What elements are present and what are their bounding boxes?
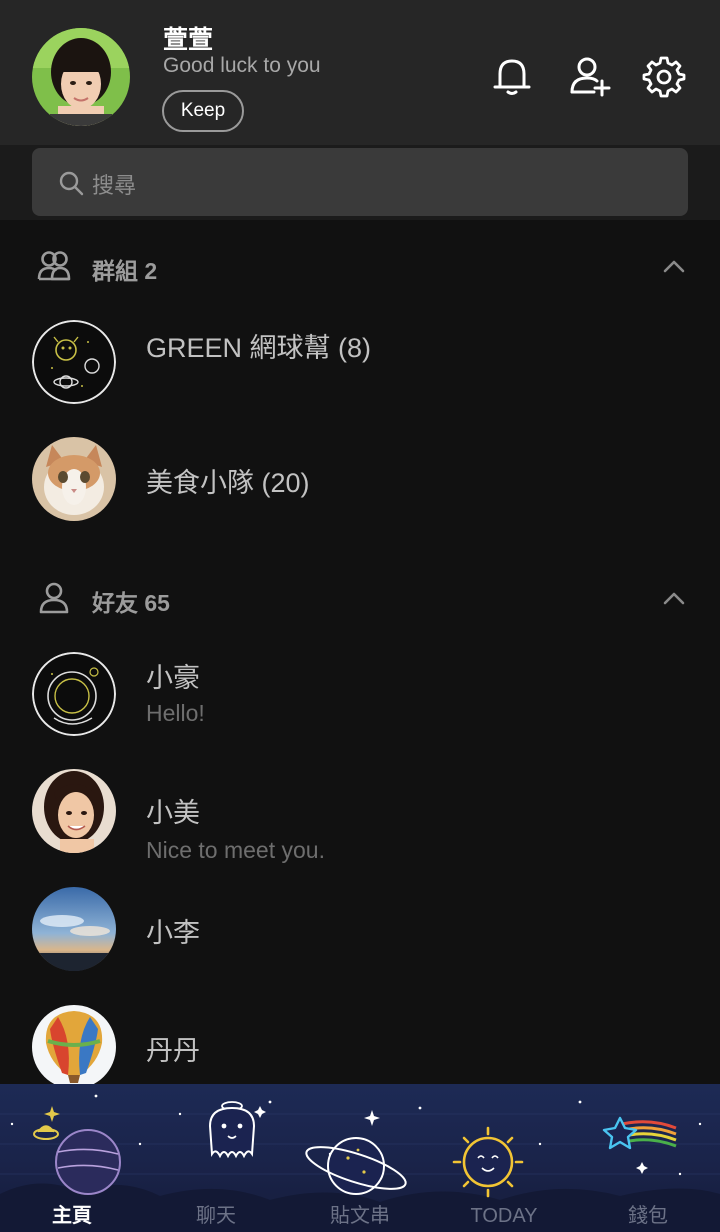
group-row[interactable]: GREEN 網球幫 (8) <box>0 320 720 430</box>
friend-row[interactable]: 小豪 Hello! <box>0 652 720 762</box>
search-icon <box>59 171 84 196</box>
search-input[interactable]: 搜尋 <box>32 148 688 216</box>
friend-name: 小美 <box>146 798 200 828</box>
friend-avatar <box>32 769 116 853</box>
friend-row[interactable]: 小美 Nice to meet you. <box>0 769 720 879</box>
gear-icon[interactable] <box>642 54 686 98</box>
search-bar: 搜尋 <box>0 145 720 220</box>
nav-label: 錢包 <box>628 1205 668 1227</box>
group-avatar <box>32 437 116 521</box>
ghost-icon <box>208 1101 266 1159</box>
nav-label: 聊天 <box>196 1205 236 1227</box>
profile-status-message[interactable]: Good luck to you <box>163 54 321 78</box>
nav-label: TODAY <box>470 1205 538 1227</box>
nav-item-timeline[interactable]: 貼文串 <box>288 1084 432 1232</box>
keep-button[interactable]: Keep <box>162 90 244 132</box>
sun-icon <box>452 1126 524 1198</box>
profile-name[interactable]: 萱萱 <box>163 20 213 56</box>
group-row[interactable]: 美食小隊 (20) <box>0 437 720 547</box>
group-icon <box>37 251 71 281</box>
friend-name: 小李 <box>146 918 200 948</box>
shooting-star-icon <box>602 1116 677 1174</box>
friend-avatar <box>32 1005 116 1089</box>
friend-name: 丹丹 <box>146 1036 200 1066</box>
friend-row[interactable]: 小李 <box>0 887 720 997</box>
nav-label: 主頁 <box>52 1205 92 1227</box>
groups-section-title: 群組 2 <box>92 258 158 284</box>
friends-section-title: 好友 65 <box>92 590 170 616</box>
nav-item-home[interactable]: 主頁 <box>0 1084 144 1232</box>
group-name: 美食小隊 (20) <box>146 468 310 498</box>
group-avatar <box>32 320 116 404</box>
profile-header: 萱萱 Good luck to you Keep <box>0 0 720 145</box>
search-placeholder: 搜尋 <box>92 173 137 198</box>
nav-item-chat[interactable]: 聊天 <box>144 1084 288 1232</box>
nav-label: 貼文串 <box>330 1205 390 1227</box>
bottom-navigation: 主頁 聊天 貼文串 TODAY 錢包 <box>0 1084 720 1232</box>
profile-avatar[interactable] <box>32 28 130 126</box>
chevron-up-icon[interactable] <box>660 588 688 608</box>
chevron-up-icon[interactable] <box>660 256 688 276</box>
bell-icon[interactable] <box>490 54 534 98</box>
friend-name: 小豪 <box>146 663 200 693</box>
friend-status-message: Nice to meet you. <box>146 837 325 863</box>
friend-avatar <box>32 652 116 736</box>
group-name: GREEN 網球幫 (8) <box>146 333 372 363</box>
saturn-icon <box>305 1110 407 1195</box>
nav-item-wallet[interactable]: 錢包 <box>576 1084 720 1232</box>
planet-icon <box>33 1106 121 1195</box>
friends-section-header[interactable]: 好友 65 <box>0 568 720 628</box>
nav-item-today[interactable]: TODAY <box>432 1084 576 1232</box>
add-friend-icon[interactable] <box>568 54 612 98</box>
groups-section-header[interactable]: 群組 2 <box>0 236 720 296</box>
person-icon <box>39 582 69 614</box>
friend-status-message: Hello! <box>146 700 205 726</box>
friend-avatar <box>32 887 116 971</box>
